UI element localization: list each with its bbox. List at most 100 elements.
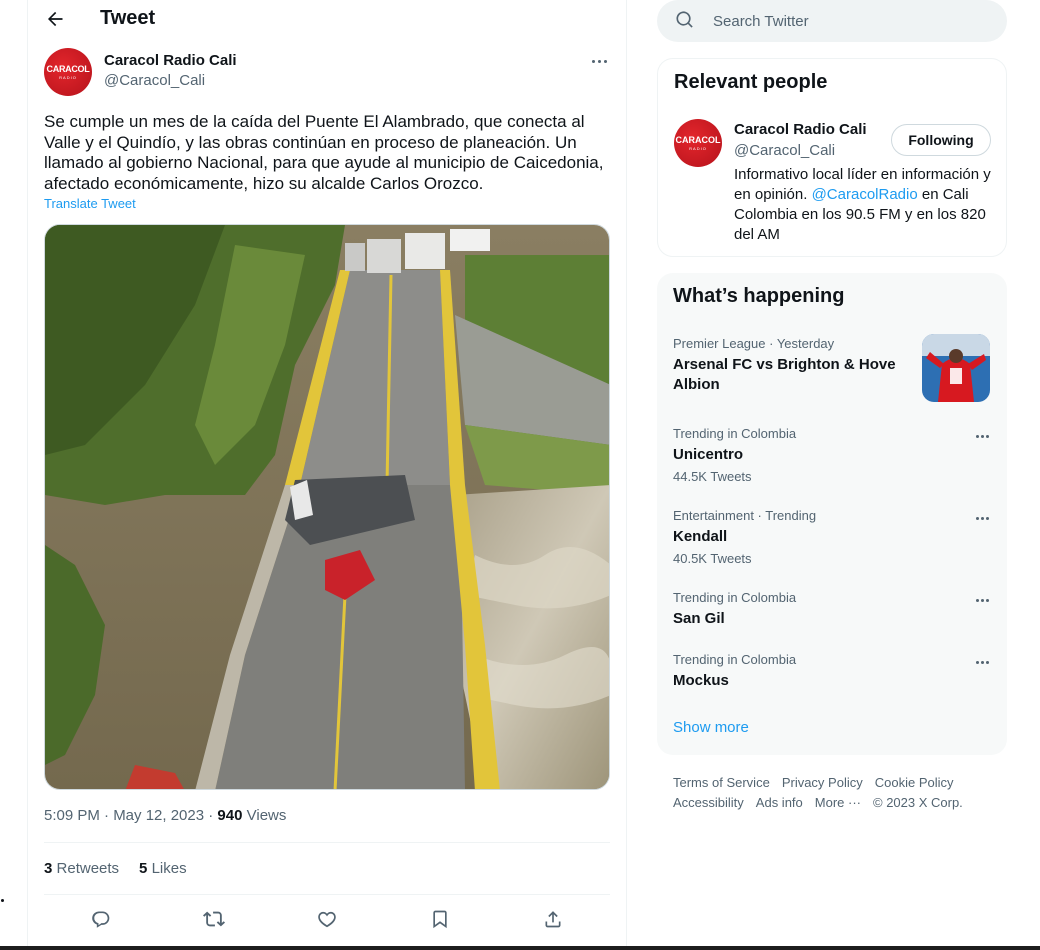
trend-context: Entertainment · Trending <box>673 508 817 523</box>
views-count: 940 <box>217 807 243 824</box>
trend-item[interactable]: Entertainment · Trending Kendall 40.5K T… <box>673 508 991 567</box>
retweet-button[interactable] <box>199 904 229 934</box>
bookmark-button[interactable] <box>425 904 455 934</box>
divider <box>44 842 610 843</box>
tweet-timestamp[interactable]: 5:09 PM · May 12, 2023 · <box>44 807 213 824</box>
avatar-logo-subtext: RADIO <box>689 146 707 151</box>
search-input[interactable] <box>713 0 993 42</box>
more-options-button[interactable] <box>588 52 610 70</box>
tweet-author: CARACOL RADIO Caracol Radio Cali @Caraco… <box>44 48 610 98</box>
more-dot-icon <box>980 660 984 664</box>
trend-more-button[interactable] <box>973 592 991 608</box>
retweet-icon <box>202 911 225 927</box>
page-header: Tweet <box>28 0 626 40</box>
share-button[interactable] <box>538 904 568 934</box>
back-button[interactable] <box>42 6 68 32</box>
avatar[interactable]: CARACOL RADIO <box>674 119 722 167</box>
avatar-logo-text: CARACOL <box>46 64 90 74</box>
more-dot-icon <box>975 598 979 602</box>
likes-count: 5 <box>139 860 148 877</box>
like-button[interactable] <box>312 904 342 934</box>
tweet-text: Se cumple un mes de la caída del Puente … <box>44 112 604 193</box>
whats-happening-card: What’s happening Premier League · Yester… <box>657 273 1007 755</box>
trend-more-button[interactable] <box>973 428 991 444</box>
trend-name: Mockus <box>673 672 729 689</box>
trend-tweet-count: 44.5K Tweets <box>673 469 752 484</box>
reply-button[interactable] <box>86 904 116 934</box>
more-dot-icon <box>980 598 984 602</box>
reply-icon <box>91 911 109 928</box>
search-bar <box>657 0 1007 42</box>
views-label: Views <box>246 807 287 824</box>
trend-thumbnail <box>922 334 990 402</box>
heart-icon <box>318 911 336 928</box>
more-dot-icon <box>985 516 989 520</box>
arrow-left-icon <box>48 11 63 27</box>
author-handle[interactable]: @Caracol_Cali <box>104 72 205 89</box>
footer-link-ads-info[interactable]: Ads info <box>756 795 803 810</box>
relevant-people-card: Relevant people CARACOL RADIO Caracol Ra… <box>657 58 1007 257</box>
retweets-count: 3 <box>44 860 53 877</box>
trend-item[interactable]: Trending in Colombia San Gil <box>673 590 991 629</box>
retweets-stat[interactable]: 3 Retweets <box>44 860 119 877</box>
trend-tweet-count: 40.5K Tweets <box>673 551 752 566</box>
more-dot-icon <box>591 59 595 63</box>
page-title: Tweet <box>100 7 156 29</box>
avatar-logo-subtext: RADIO <box>59 75 77 80</box>
bookmark-icon <box>433 910 447 929</box>
football-player-image <box>922 334 990 402</box>
tweet-actions <box>44 904 610 934</box>
footer-link-accessibility[interactable]: Accessibility <box>673 795 744 810</box>
tweet-image[interactable] <box>44 224 610 790</box>
footer-link-cookies[interactable]: Cookie Policy <box>875 775 954 790</box>
more-dot-icon <box>603 59 607 63</box>
trend-name: Kendall <box>673 528 728 545</box>
divider <box>44 894 610 895</box>
trend-name: Arsenal FC vs Brighton & Hove Albion <box>673 356 896 393</box>
footer-link-terms[interactable]: Terms of Service <box>673 775 770 790</box>
whats-happening-title: What’s happening <box>673 285 845 307</box>
footer-copyright: © 2023 X Corp. <box>873 795 963 810</box>
person-name[interactable]: Caracol Radio Cali <box>734 121 867 138</box>
author-name[interactable]: Caracol Radio Cali <box>104 52 237 69</box>
person-bio: Informativo local líder en información y… <box>734 165 994 245</box>
more-dot-icon <box>597 59 601 63</box>
edge-dot <box>1 899 4 902</box>
person-handle[interactable]: @Caracol_Cali <box>734 142 835 159</box>
more-dot-icon <box>980 516 984 520</box>
bottom-taskbar-edge <box>0 946 1040 950</box>
footer-links: Terms of Service Privacy Policy Cookie Pol… <box>673 773 993 813</box>
relevant-people-title: Relevant people <box>674 71 828 93</box>
show-more-link[interactable]: Show more <box>673 719 749 736</box>
tweet-meta: 5:09 PM · May 12, 2023 · 940 Views <box>44 807 286 824</box>
more-dot-icon <box>985 660 989 664</box>
bio-mention-link[interactable]: @CaracolRadio <box>812 186 918 203</box>
trend-name: San Gil <box>673 610 725 627</box>
search-icon <box>676 11 693 28</box>
more-dot-icon <box>975 516 979 520</box>
trend-name: Unicentro <box>673 446 744 463</box>
trend-context: Trending in Colombia <box>673 590 797 605</box>
avatar[interactable]: CARACOL RADIO <box>44 48 92 96</box>
more-dot-icon <box>985 598 989 602</box>
translate-tweet-link[interactable]: Translate Tweet <box>44 196 136 211</box>
likes-label: Likes <box>151 860 187 877</box>
main-column: Tweet CARACOL RADIO Caracol Radio Cali @… <box>28 0 626 946</box>
likes-stat[interactable]: 5 Likes <box>139 860 187 877</box>
share-icon <box>545 911 561 928</box>
footer-link-privacy[interactable]: Privacy Policy <box>782 775 863 790</box>
trend-more-button[interactable] <box>973 510 991 526</box>
more-dot-icon <box>975 660 979 664</box>
collapsed-bridge-photo <box>45 225 609 789</box>
footer-more-button[interactable]: More ··· <box>815 795 861 810</box>
avatar-logo-text: CARACOL <box>675 135 721 145</box>
more-dot-icon <box>985 434 989 438</box>
trend-item[interactable]: Trending in Colombia Unicentro 44.5K Twe… <box>673 426 991 485</box>
trend-context: Trending in Colombia <box>673 652 797 667</box>
more-dot-icon <box>975 434 979 438</box>
more-dot-icon <box>980 434 984 438</box>
trend-context: Trending in Colombia <box>673 426 797 441</box>
trend-more-button[interactable] <box>973 654 991 670</box>
trend-item[interactable]: Trending in Colombia Mockus <box>673 652 991 691</box>
following-button[interactable]: Following <box>891 124 991 156</box>
